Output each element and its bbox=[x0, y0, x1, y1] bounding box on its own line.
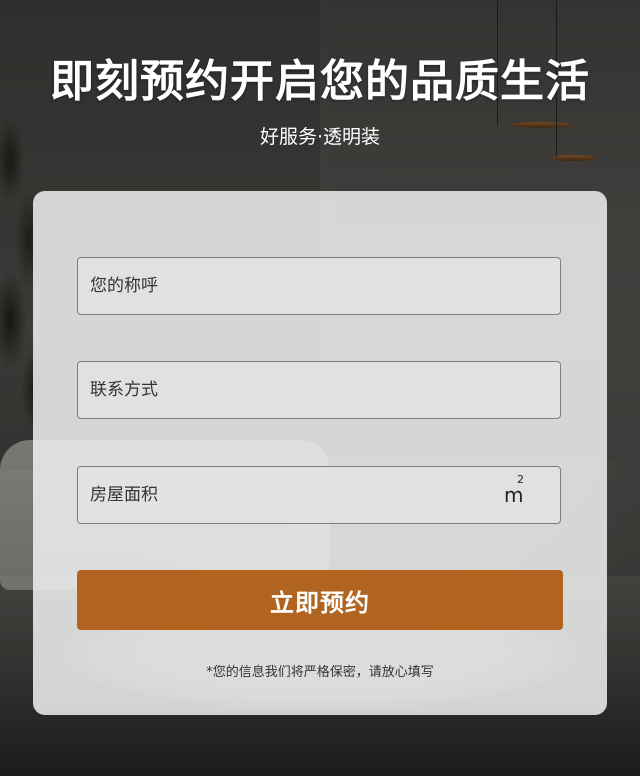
area-unit-exponent: 2 bbox=[517, 473, 524, 486]
area-field: m2 bbox=[77, 466, 561, 524]
phone-field bbox=[77, 361, 561, 419]
name-input[interactable] bbox=[78, 258, 560, 314]
area-unit-base: m bbox=[504, 483, 524, 507]
area-input[interactable] bbox=[78, 467, 504, 523]
phone-input[interactable] bbox=[78, 362, 560, 418]
name-field bbox=[77, 257, 561, 315]
page-subtitle: 好服务·透明装 bbox=[259, 126, 381, 148]
page-title: 即刻预约开启您的品质生活 bbox=[50, 56, 590, 107]
area-unit-label: m2 bbox=[504, 473, 560, 507]
book-now-button[interactable]: 立即预约 bbox=[77, 570, 563, 630]
booking-form-card: m2 立即预约 *您的信息我们将严格保密，请放心填写 bbox=[33, 191, 607, 715]
privacy-note: *您的信息我们将严格保密，请放心填写 bbox=[206, 665, 434, 680]
